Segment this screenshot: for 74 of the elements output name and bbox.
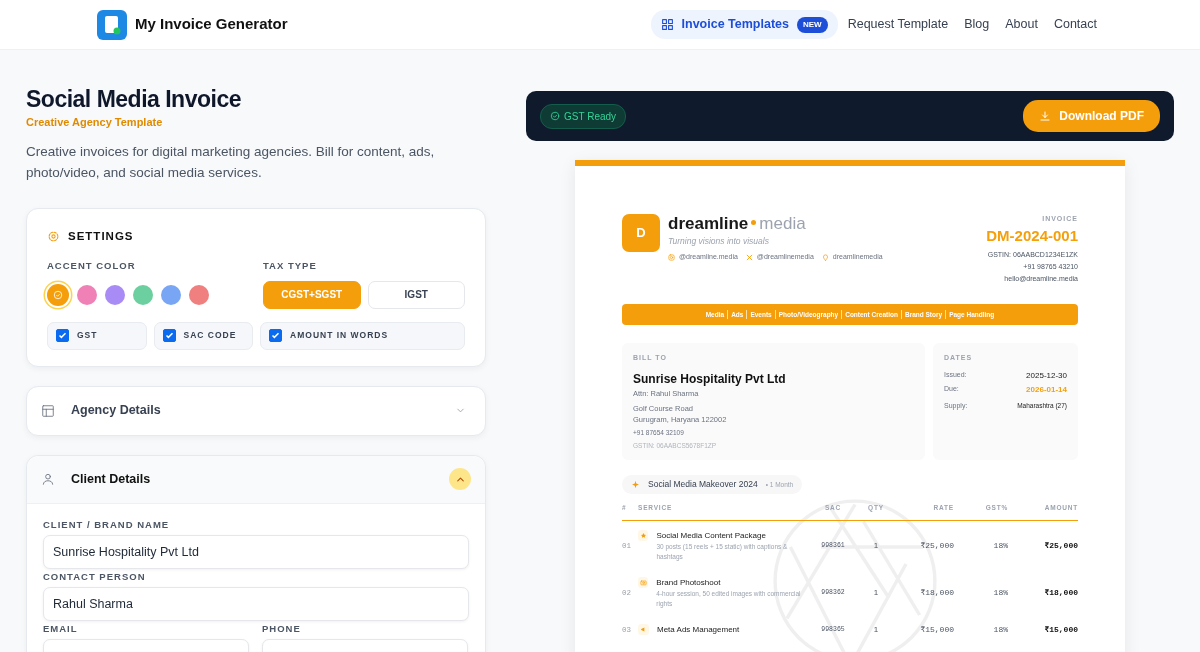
check-icon <box>271 331 281 341</box>
checkbox[interactable] <box>56 329 69 343</box>
gst-rate: 18% <box>992 624 1008 637</box>
gst-rate: 18% <box>992 540 1008 553</box>
new-badge: NEW <box>797 16 828 33</box>
checkbox[interactable] <box>269 329 283 343</box>
nav-link[interactable]: Contact <box>1047 10 1103 39</box>
service-name: Meta Ads Management <box>657 624 740 637</box>
location-pin-icon <box>821 254 829 261</box>
quantity: 1 <box>872 540 880 553</box>
gst-status-badge: GST Ready <box>540 103 627 129</box>
camera-icon <box>668 254 675 261</box>
settings-title: SETTINGS <box>68 229 134 245</box>
client-name: Sunrise Hospitality Pvt Ltd <box>633 370 787 388</box>
invoice-number: DM-2024-001 <box>986 225 1078 246</box>
field-label: TAX TYPE <box>263 259 318 274</box>
invoice-brand-name: dreamline media <box>668 214 807 235</box>
rate: ₹25,000 <box>919 540 954 553</box>
nav-link[interactable]: Blog <box>958 10 996 39</box>
rate: ₹18,000 <box>919 587 954 600</box>
layout-icon <box>41 403 55 418</box>
nav-link[interactable]: Request Template <box>841 10 955 39</box>
check-icon <box>58 331 67 341</box>
download-icon <box>1039 110 1052 122</box>
page-title: Social Media Invoice <box>26 86 242 114</box>
line-amount: ₹18,000 <box>1043 587 1078 600</box>
color-swatch[interactable] <box>161 284 181 305</box>
megaphone-icon <box>640 626 647 634</box>
user-icon <box>41 472 55 487</box>
option-toggle[interactable]: SAC CODE <box>153 321 254 350</box>
brand-name[interactable]: My Invoice Generator <box>135 13 288 36</box>
line-amount: ₹25,000 <box>1043 540 1078 553</box>
color-swatch[interactable] <box>133 284 153 305</box>
check-icon <box>164 331 174 341</box>
camera-icon <box>639 579 647 587</box>
star-icon <box>639 532 647 540</box>
color-swatch[interactable] <box>189 284 209 305</box>
text-input[interactable]: Sunrise Hospitality Pvt Ltd <box>43 534 469 569</box>
color-swatch[interactable] <box>47 283 69 306</box>
settings-icon <box>47 230 60 244</box>
section-header[interactable]: Agency Details <box>27 386 485 435</box>
invoice-logo: D <box>622 214 660 252</box>
field-label: CONTACT PERSON <box>43 570 147 583</box>
option-toggle[interactable]: AMOUNT IN WORDS <box>260 321 465 350</box>
text-input[interactable]: Rahul Sharma <box>43 586 469 621</box>
nav-link[interactable]: About <box>999 10 1044 39</box>
field-label: CLIENT / BRAND NAME <box>43 518 171 531</box>
checkbox[interactable] <box>162 329 176 343</box>
grid-icon <box>660 18 674 31</box>
page-description: Creative invoices for digital marketing agencies. Bill for content, ads, photo/video, and social media services. <box>26 143 436 183</box>
field-label: EMAIL <box>43 622 79 635</box>
app-logo-icon <box>97 9 127 40</box>
date-value: 2026-01-14 <box>1026 383 1067 396</box>
color-swatch[interactable] <box>77 284 97 305</box>
tax-type-button[interactable]: IGST <box>367 280 465 309</box>
field-label: PHONE <box>262 622 302 635</box>
page-subtitle: Creative Agency Template <box>26 114 164 130</box>
sparkle-icon <box>631 479 640 489</box>
date-value: 2025-12-30 <box>1026 369 1067 382</box>
check-circle-icon <box>550 111 560 121</box>
x-icon <box>745 254 753 261</box>
gst-rate: 18% <box>992 587 1008 600</box>
field-label: ACCENT COLOR <box>47 259 137 274</box>
option-toggle[interactable]: GST <box>47 321 147 350</box>
section-header[interactable]: Client Details <box>27 455 485 504</box>
nav-link[interactable]: Invoice Templates NEW <box>650 10 838 39</box>
quantity: 1 <box>872 587 880 600</box>
color-swatch[interactable] <box>105 284 125 305</box>
rate: ₹15,000 <box>919 624 954 637</box>
service-name: Brand Photoshoot <box>656 577 722 590</box>
invoice-tagline: Turning visions into visuals <box>668 234 770 248</box>
quantity: 1 <box>872 624 880 637</box>
service-name: Social Media Content Package <box>656 530 767 543</box>
line-amount: ₹15,000 <box>1043 624 1078 637</box>
